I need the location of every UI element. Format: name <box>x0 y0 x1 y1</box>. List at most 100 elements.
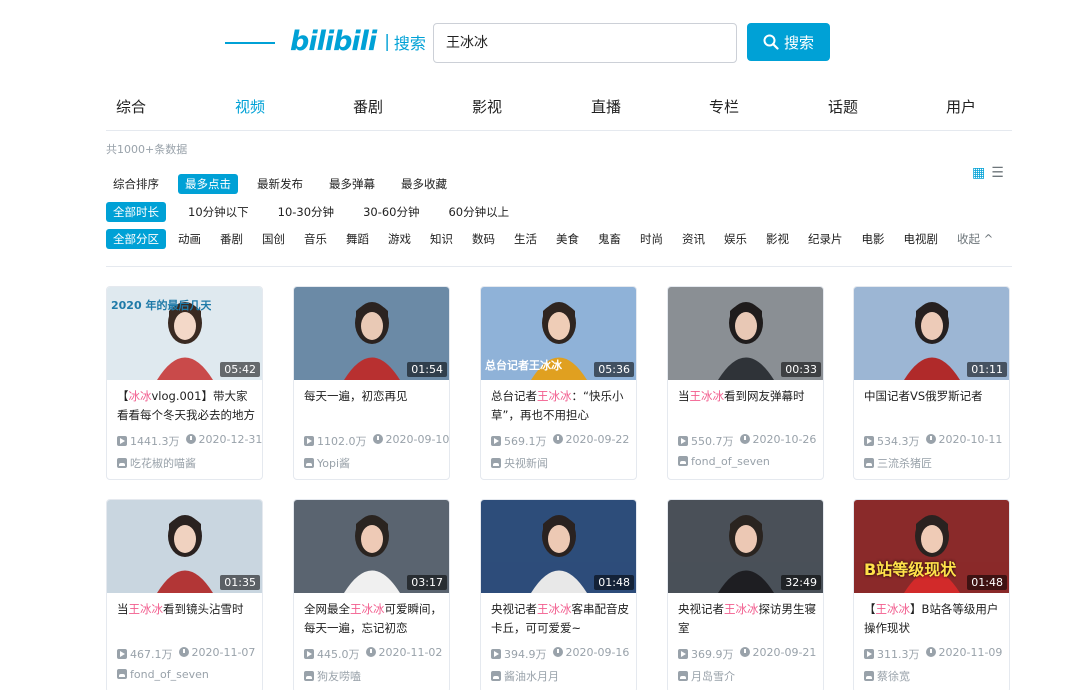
sort-most-clicks[interactable]: 最多点击 <box>178 174 238 194</box>
uploader[interactable]: 酱油水月月 <box>491 668 559 684</box>
video-thumbnail[interactable]: 01:11 <box>854 287 1009 380</box>
uploader[interactable]: 央视新闻 <box>491 455 548 471</box>
upload-date: 2020-09-10 <box>372 433 449 449</box>
tab-film[interactable]: 影视 <box>462 96 512 117</box>
search-tabs: 综合 视频 番剧 影视 直播 专栏 话题 用户 <box>106 86 1012 131</box>
uploader[interactable]: 狗友唠嗑 <box>304 668 361 684</box>
uploader[interactable]: Yopi酱 <box>304 455 350 471</box>
uploader[interactable]: 月岛雪介 <box>678 668 735 684</box>
video-title[interactable]: 每天一遍，初恋再见 <box>304 387 444 425</box>
zone-item[interactable]: 娱乐 <box>717 229 754 249</box>
video-title[interactable]: 全网最全王冰冰可爱瞬间，每天一遍，忘记初恋 <box>304 600 444 638</box>
search-button[interactable]: 搜索 <box>747 23 830 61</box>
uploader[interactable]: 三流杀猪匠 <box>864 455 932 471</box>
zone-item[interactable]: 动画 <box>171 229 208 249</box>
tab-live[interactable]: 直播 <box>581 96 631 117</box>
grid-view-icon[interactable]: ▦ <box>972 165 985 181</box>
view-count: 467.1万 <box>117 646 173 662</box>
video-card[interactable]: 00:33 当王冰冰看到网友弹幕时 550.7万 2020-10-26 fond_of_… <box>667 286 824 480</box>
video-title[interactable]: 央视记者王冰冰客串配音皮卡丘，可可爱爱~ <box>491 600 631 638</box>
sort-most-danmaku[interactable]: 最多弹幕 <box>322 174 382 194</box>
sort-newest[interactable]: 最新发布 <box>250 174 310 194</box>
video-card[interactable]: 01:48 央视记者王冰冰客串配音皮卡丘，可可爱爱~ 394.9万 2020-09-1… <box>480 499 637 690</box>
video-title[interactable]: 中国记者VS俄罗斯记者 <box>864 387 1004 425</box>
title-keyword-highlight: 王冰冰 <box>128 602 164 616</box>
video-title[interactable]: 【冰冰vlog.001】带大家看看每个冬天我必去的地方 <box>117 387 257 425</box>
video-card[interactable]: 03:17 全网最全王冰冰可爱瞬间，每天一遍，忘记初恋 445.0万 2020-11-… <box>293 499 450 690</box>
video-title[interactable]: 当王冰冰看到镜头沾雪时 <box>117 600 257 638</box>
uploader[interactable]: fond_of_seven <box>117 668 209 681</box>
zone-item[interactable]: 资讯 <box>675 229 712 249</box>
video-thumbnail[interactable]: 32:49 <box>668 500 823 593</box>
duration-30-60[interactable]: 30-60分钟 <box>356 202 426 222</box>
video-title[interactable]: 当王冰冰看到网友弹幕时 <box>678 387 818 425</box>
zone-item[interactable]: 纪录片 <box>801 229 850 249</box>
video-thumbnail[interactable]: 2020 年的最后几天 05:42 <box>107 287 262 380</box>
tab-video[interactable]: 视频 <box>225 96 275 117</box>
tab-all[interactable]: 综合 <box>106 96 156 117</box>
video-card[interactable]: 01:35 当王冰冰看到镜头沾雪时 467.1万 2020-11-07 fond_of_… <box>106 499 263 690</box>
video-title[interactable]: 【王冰冰】B站各等级用户操作现状 <box>864 600 1004 638</box>
video-card[interactable]: 32:49 央视记者王冰冰探访男生寝室 369.9万 2020-09-21 月岛雪介 <box>667 499 824 690</box>
view-count: 534.3万 <box>864 433 920 449</box>
video-duration: 03:17 <box>407 575 447 590</box>
upload-date: 2020-09-22 <box>552 433 629 449</box>
duration-under-10[interactable]: 10分钟以下 <box>181 202 256 222</box>
zone-item[interactable]: 美食 <box>549 229 586 249</box>
zone-item[interactable]: 知识 <box>423 229 460 249</box>
video-thumbnail[interactable]: 03:17 <box>294 500 449 593</box>
list-view-icon[interactable]: ☰ <box>991 165 1004 181</box>
zone-item[interactable]: 电影 <box>855 229 892 249</box>
tab-article[interactable]: 专栏 <box>699 96 749 117</box>
thumbnail-caption: 2020 年的最后几天 <box>111 299 211 312</box>
uploader[interactable]: 吃花椒的喵酱 <box>117 455 196 471</box>
video-thumbnail[interactable]: 01:35 <box>107 500 262 593</box>
video-duration: 01:35 <box>220 575 260 590</box>
tab-topic[interactable]: 话题 <box>818 96 868 117</box>
video-title[interactable]: 总台记者王冰冰：“快乐小草”，再也不用担心会“秃”了 <box>491 387 631 425</box>
zone-item[interactable]: 电视剧 <box>897 229 946 249</box>
video-title[interactable]: 央视记者王冰冰探访男生寝室 <box>678 600 818 638</box>
zone-all[interactable]: 全部分区 <box>106 229 166 249</box>
search-input[interactable]: 王冰冰 <box>433 23 737 63</box>
video-card[interactable]: 2020 年的最后几天 05:42 【冰冰vlog.001】带大家看看每个冬天我必去… <box>106 286 263 480</box>
clock-icon <box>365 647 376 657</box>
zone-item[interactable]: 鬼畜 <box>591 229 628 249</box>
duration-all[interactable]: 全部时长 <box>106 202 166 222</box>
zone-item[interactable]: 时尚 <box>633 229 670 249</box>
video-thumbnail[interactable]: 01:54 <box>294 287 449 380</box>
zone-item[interactable]: 影视 <box>759 229 796 249</box>
video-thumbnail[interactable]: 01:48 <box>481 500 636 593</box>
title-keyword-highlight: 王冰冰 <box>537 389 572 403</box>
zone-item[interactable]: 生活 <box>507 229 544 249</box>
uploader[interactable]: 蔡徐宽 <box>864 668 910 684</box>
tab-user[interactable]: 用户 <box>936 96 986 117</box>
zone-item[interactable]: 音乐 <box>297 229 334 249</box>
upload-date-text: 2020-10-11 <box>938 433 1003 446</box>
video-card[interactable]: 01:11 中国记者VS俄罗斯记者 534.3万 2020-10-11 三流杀猪匠 <box>853 286 1010 480</box>
zone-item[interactable]: 游戏 <box>381 229 418 249</box>
video-card[interactable]: 01:54 每天一遍，初恋再见 1102.0万 2020-09-10 Yopi酱 <box>293 286 450 480</box>
uploader[interactable]: fond_of_seven <box>678 455 770 468</box>
video-card[interactable]: B站等级现状 01:48 【王冰冰】B站各等级用户操作现状 311.3万 2020-11… <box>853 499 1010 690</box>
sort-most-favorites[interactable]: 最多收藏 <box>394 174 454 194</box>
sort-default[interactable]: 综合排序 <box>106 174 166 194</box>
zone-item[interactable]: 番剧 <box>213 229 250 249</box>
bilibili-logo[interactable]: bilibili | 搜索 <box>290 26 426 57</box>
upload-date: 2020-11-09 <box>925 646 1002 662</box>
video-thumbnail[interactable]: B站等级现状 01:48 <box>854 500 1009 593</box>
collapse-toggle[interactable]: 收起 ^ <box>950 229 1000 249</box>
tab-bangumi[interactable]: 番剧 <box>343 96 393 117</box>
zone-item[interactable]: 数码 <box>465 229 502 249</box>
video-thumbnail[interactable]: 总台记者王冰冰 05:36 <box>481 287 636 380</box>
video-card[interactable]: 总台记者王冰冰 05:36 总台记者王冰冰：“快乐小草”，再也不用担心会“秃”了 56… <box>480 286 637 480</box>
duration-over-60[interactable]: 60分钟以上 <box>441 202 516 222</box>
title-text: 总台记者 <box>491 389 537 403</box>
zone-item[interactable]: 国创 <box>255 229 292 249</box>
zone-item[interactable]: 舞蹈 <box>339 229 376 249</box>
duration-10-30[interactable]: 10-30分钟 <box>271 202 341 222</box>
video-thumbnail[interactable]: 00:33 <box>668 287 823 380</box>
video-stats: 569.1万 2020-09-22 <box>491 433 629 449</box>
view-count-text: 311.3万 <box>877 648 920 661</box>
duration-filter-row: 全部时长 10分钟以下 10-30分钟 30-60分钟 60分钟以上 <box>106 202 531 222</box>
